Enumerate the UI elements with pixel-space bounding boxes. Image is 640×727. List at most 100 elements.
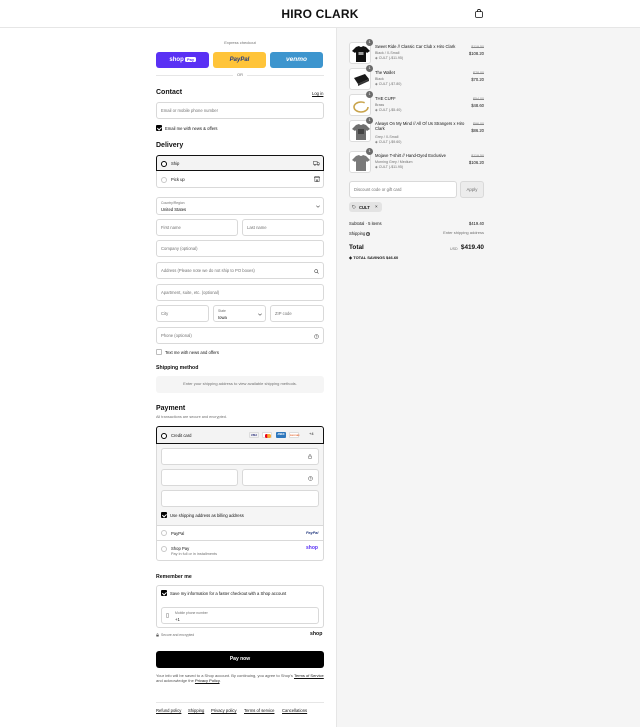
- security-code-field[interactable]: [242, 469, 319, 486]
- item-price: $48.60: [471, 103, 484, 108]
- quantity-badge: 1: [366, 39, 373, 46]
- email-placeholder: Email or mobile phone number: [161, 108, 219, 113]
- item-price: $106.20: [468, 160, 484, 165]
- paypal-logo: PayPal: [229, 57, 250, 63]
- apartment-field[interactable]: Apartment, suite, etc. (optional): [156, 284, 324, 301]
- item-original-price: $119.50: [471, 154, 484, 158]
- billing-label: Use shipping address as billing address: [170, 513, 244, 518]
- card-number-field[interactable]: [161, 448, 319, 465]
- zip-field[interactable]: ZIP code: [270, 305, 324, 322]
- address-placeholder: Address (Please note we do not ship to P…: [161, 268, 255, 273]
- paypal-radio[interactable]: [161, 530, 167, 536]
- quantity-badge: 1: [366, 91, 373, 98]
- footer-link-refund[interactable]: Refund policy: [156, 708, 181, 713]
- apply-button[interactable]: Apply: [460, 181, 484, 198]
- item-variant: Black: [375, 76, 384, 81]
- paypal-button[interactable]: PayPal: [213, 52, 266, 68]
- first-name-field[interactable]: First name: [156, 219, 238, 236]
- shop-pay-radio[interactable]: [161, 546, 167, 552]
- text-offers-checkbox[interactable]: [156, 349, 162, 355]
- footer-link-privacy[interactable]: Privacy policy: [211, 708, 237, 713]
- apartment-placeholder: Apartment, suite, etc. (optional): [161, 290, 220, 295]
- item-name: The Wallet: [375, 70, 395, 75]
- pickup-option[interactable]: Pick up: [156, 171, 324, 188]
- lock-icon: [156, 633, 159, 637]
- brand-logo[interactable]: HIRO CLARK: [0, 7, 640, 21]
- shipping-label: Shipping ?: [349, 231, 371, 236]
- total-savings: ◈ TOTAL SAVINGS $46.60: [349, 255, 398, 261]
- news-checkbox[interactable]: [156, 125, 162, 131]
- credit-card-radio[interactable]: [161, 432, 167, 439]
- item-discount: ◈ CULT (-$9.60): [375, 140, 401, 144]
- help-icon[interactable]: [314, 333, 319, 339]
- paypal-label: PayPal: [171, 530, 185, 536]
- tag-icon: ◈: [375, 108, 378, 112]
- last-name-field[interactable]: Last name: [242, 219, 324, 236]
- legal-middle: and acknowledge the: [156, 678, 194, 684]
- pickup-radio[interactable]: [161, 176, 167, 183]
- item-discount-text: CULT (-$5.40): [378, 108, 402, 112]
- venmo-button[interactable]: venmo: [270, 52, 323, 68]
- expiry-field[interactable]: [161, 469, 238, 486]
- phone-placeholder: Phone (optional): [161, 333, 192, 338]
- item-name: Mojave T-shirt // Hand-Dyed Exclusive: [375, 153, 446, 158]
- item-variant: Grey / X-Small: [375, 134, 399, 139]
- tag-icon: ◈: [375, 165, 378, 169]
- item-original-price: $119.50: [471, 45, 484, 49]
- secure-label: Secure and encrypted: [161, 633, 195, 637]
- city-field[interactable]: City: [156, 305, 209, 322]
- item-variant: Black / X-Small: [375, 50, 400, 55]
- item-discount: ◈ CULT (-$11.95): [375, 165, 403, 169]
- shipping-method-box: Enter your shipping address to view avai…: [156, 376, 324, 393]
- item-variant: Morning Grey / Medium: [375, 159, 413, 164]
- paypal-option[interactable]: PayPal PayPal: [156, 526, 324, 541]
- shipping-method-title: Shipping method: [156, 365, 199, 371]
- search-icon: [314, 268, 319, 274]
- mobile-phone-value: +1: [175, 616, 180, 622]
- login-link[interactable]: Log in: [312, 91, 323, 96]
- shop-pay-option[interactable]: Shop Pay Pay in full or in installments …: [156, 541, 324, 561]
- tshirt-image: [352, 155, 370, 171]
- company-field[interactable]: Company (optional): [156, 240, 324, 257]
- first-name-placeholder: First name: [161, 225, 181, 230]
- ship-radio[interactable]: [161, 160, 167, 167]
- header: HIRO CLARK: [0, 0, 640, 28]
- shop-pay-logo: shop: [306, 545, 318, 551]
- footer-link-shipping[interactable]: Shipping: [188, 708, 204, 713]
- chevron-down-icon: [258, 313, 262, 316]
- footer-link-terms[interactable]: Terms of service: [244, 708, 274, 713]
- cuff-image: [353, 101, 369, 113]
- footer-link-cancellations[interactable]: Cancellations: [282, 708, 307, 713]
- mobile-phone-label: Mobile phone number: [175, 610, 208, 615]
- privacy-link[interactable]: Privacy Policy: [195, 678, 220, 683]
- tag-icon: [352, 204, 356, 209]
- tag-icon: ◈: [349, 255, 353, 260]
- info-icon[interactable]: ?: [366, 231, 371, 236]
- email-field[interactable]: Email or mobile phone number: [156, 102, 324, 119]
- help-icon[interactable]: [308, 475, 313, 481]
- country-select[interactable]: Country/Region United States: [156, 197, 324, 215]
- billing-checkbox[interactable]: [161, 512, 167, 518]
- last-name-placeholder: Last name: [247, 225, 267, 230]
- shop-pay-badge: Pay: [185, 57, 196, 62]
- item-original-price: $96.00: [473, 122, 484, 126]
- save-info-checkbox[interactable]: [161, 590, 167, 596]
- remove-code-icon[interactable]: ×: [375, 204, 378, 210]
- text-offers-label: Text me with news and offers: [165, 350, 219, 355]
- phone-field[interactable]: Phone (optional): [156, 327, 324, 344]
- shopping-bag-icon[interactable]: [475, 9, 483, 18]
- item-name: Sweet Ride // Classic Car Club x Hiro Cl…: [375, 44, 456, 49]
- shop-pay-button[interactable]: shop Pay: [156, 52, 209, 68]
- terms-link[interactable]: Terms of Service: [294, 673, 324, 678]
- name-on-card-field[interactable]: [161, 490, 319, 507]
- tshirt-image: [352, 124, 370, 140]
- state-select[interactable]: State Iowa: [213, 305, 266, 322]
- mastercard-icon: [262, 432, 272, 438]
- discount-code-field[interactable]: Discount code or gift card: [349, 181, 457, 198]
- item-name: THE CUFF: [375, 96, 396, 101]
- ship-option[interactable]: Ship: [156, 155, 324, 171]
- address-field[interactable]: Address (Please note we do not ship to P…: [156, 262, 324, 279]
- item-price: $70.20: [471, 77, 484, 82]
- mobile-phone-field[interactable]: Mobile phone number +1: [161, 607, 319, 624]
- pay-now-button[interactable]: Pay now: [156, 651, 324, 668]
